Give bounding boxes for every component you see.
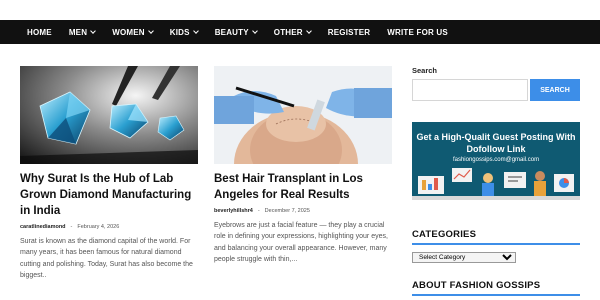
meta-separator: - — [70, 224, 73, 230]
search-button[interactable]: SEARCH — [530, 79, 580, 101]
nav-item-other[interactable]: OTHER — [273, 27, 312, 37]
chevron-down-icon — [147, 27, 154, 34]
category-select[interactable]: Select Category — [412, 252, 516, 263]
post-date: February 4, 2026 — [77, 224, 120, 230]
chevron-down-icon — [305, 27, 312, 34]
nav-item-label: KIDS — [169, 27, 190, 37]
nav-item-label: BEAUTY — [214, 27, 249, 37]
nav-item-label: OTHER — [273, 27, 303, 37]
search-label: Search — [412, 66, 438, 75]
categories-title: CATEGORIES — [412, 229, 477, 240]
about-divider — [412, 294, 580, 296]
banner-title: Get a High-Qualit Guest Posting With Dof… — [416, 132, 576, 154]
nav-item-label: REGISTER — [327, 27, 371, 37]
post-title[interactable]: Why Surat Is the Hub of Lab Grown Diamon… — [20, 171, 198, 219]
diamonds-photo[interactable] — [20, 66, 198, 164]
office-illustration — [412, 168, 580, 200]
post-card: Best Hair Transplant in Los Angeles for … — [214, 66, 392, 265]
meta-separator: - — [257, 208, 260, 214]
chevron-down-icon — [192, 27, 199, 34]
chevron-down-icon — [90, 27, 97, 34]
search-row: SEARCH — [412, 79, 580, 101]
nav-item-label: WOMEN — [112, 27, 145, 37]
nav-item-men[interactable]: MEN — [68, 27, 97, 37]
post-card: Why Surat Is the Hub of Lab Grown Diamon… — [20, 66, 198, 281]
post-excerpt: Surat is known as the diamond capital of… — [20, 238, 193, 279]
post-title[interactable]: Best Hair Transplant in Los Angeles for … — [214, 171, 392, 203]
post-date: December 7, 2025 — [264, 208, 310, 214]
guest-post-banner[interactable]: Get a High-Qualit Guest Posting With Dof… — [412, 122, 580, 200]
hair-transplant-photo[interactable] — [214, 66, 392, 164]
nav-item-write-for-us[interactable]: WRITE FOR US — [387, 28, 448, 37]
post-author[interactable]: caratlinediamond — [20, 224, 66, 230]
post-excerpt: Eyebrows are just a facial feature — the… — [214, 222, 388, 263]
post-author[interactable]: beverlyhillshr4 — [214, 208, 253, 214]
nav-item-women[interactable]: WOMEN — [112, 27, 154, 37]
nav-item-beauty[interactable]: BEAUTY — [214, 27, 258, 37]
nav-item-kids[interactable]: KIDS — [169, 27, 199, 37]
nav-item-label: MEN — [68, 27, 88, 37]
nav-item-home[interactable]: HOME — [27, 28, 52, 37]
post-meta: beverlyhillshr4 - December 7, 2025 — [214, 208, 392, 214]
nav-item-register[interactable]: REGISTER — [328, 28, 371, 37]
main-nav: HOME MEN WOMEN KIDS BEAUTY OTHER REGISTE… — [0, 20, 600, 44]
post-meta: caratlinediamond - February 4, 2026 — [20, 224, 198, 230]
nav-item-label: WRITE FOR US — [387, 27, 448, 37]
categories-divider — [412, 243, 580, 245]
about-title: ABOUT FASHION GOSSIPS — [412, 280, 541, 291]
chevron-down-icon — [251, 27, 258, 34]
nav-item-label: HOME — [27, 27, 52, 37]
banner-email: fashiongossips.com@gmail.com — [452, 157, 540, 163]
search-input[interactable] — [412, 79, 528, 101]
sidebar-search: Search SEARCH — [412, 66, 580, 101]
